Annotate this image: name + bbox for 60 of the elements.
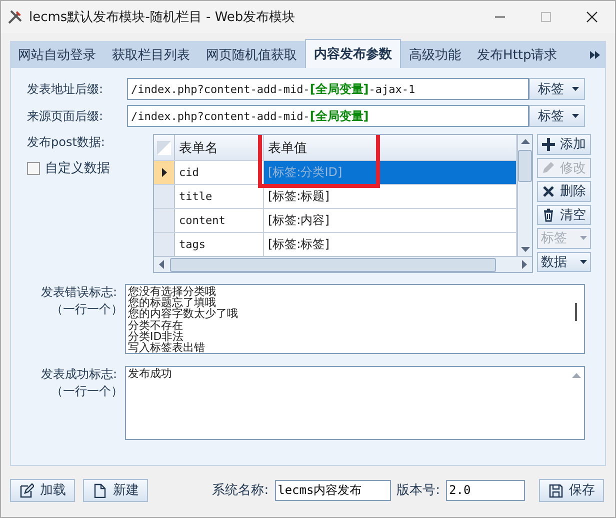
system-name-field[interactable]: lecms内容发布 <box>274 480 391 500</box>
document-icon <box>92 482 107 498</box>
scrollbar-thumb[interactable] <box>170 258 496 272</box>
double-arrow-right-icon <box>589 50 601 60</box>
close-icon <box>586 11 598 23</box>
tab[interactable]: 网站自动登录 <box>10 41 104 68</box>
field-hint: （一行一个） <box>51 383 123 400</box>
field-label: 发表成功标志: <box>40 366 117 383</box>
table-cell: title <box>175 185 264 208</box>
table-cell: content <box>175 209 264 232</box>
tab[interactable]: 获取栏目列表 <box>104 41 198 68</box>
column-header[interactable]: 表单名 <box>175 135 264 160</box>
vertical-scrollbar[interactable] <box>517 135 532 256</box>
custom-data-checkbox[interactable]: 自定义数据 <box>27 159 153 177</box>
field-label: 发表错误标志: <box>40 284 117 301</box>
field-hint: （一行一个） <box>51 301 123 318</box>
tab[interactable]: 内容发布参数 <box>305 39 401 68</box>
scroll-down-icon <box>520 247 530 252</box>
field-label: 来源页面后缀: <box>27 108 104 124</box>
horizontal-scrollbar[interactable] <box>154 256 532 272</box>
field-label: 发布post数据: <box>27 134 106 151</box>
tag-dropdown-button[interactable]: 标签 <box>529 78 585 100</box>
row-header[interactable] <box>154 161 175 184</box>
scroll-left-icon <box>159 260 164 269</box>
tab[interactable]: 高级功能 <box>401 41 469 68</box>
tab[interactable]: 网页随机值获取 <box>198 41 305 68</box>
grid-action-button[interactable]: 添加 <box>537 134 591 154</box>
grid-action-button[interactable]: 删除 <box>537 181 591 202</box>
tab[interactable]: 发布Http请求 <box>469 41 566 68</box>
maximize-icon <box>540 11 552 23</box>
tools-icon <box>7 9 23 25</box>
caret-icon <box>572 87 579 91</box>
field-label: 系统名称: <box>212 482 269 499</box>
table-cell: [标签:分类ID] <box>264 161 517 184</box>
save-button[interactable]: 保存 <box>539 478 604 502</box>
edit-icon <box>19 482 34 498</box>
caret-icon <box>572 114 579 118</box>
text-field[interactable]: /index.php?content-add-mid-[全局变量] <box>127 105 529 127</box>
scroll-up-icon <box>520 139 530 144</box>
footer-button[interactable]: 新建 <box>83 478 148 502</box>
save-icon <box>548 482 563 498</box>
grid-action-button[interactable]: 清空 <box>537 204 591 225</box>
footer-button[interactable]: 加载 <box>10 478 75 502</box>
scrollbar-thumb[interactable] <box>518 150 532 182</box>
text-field[interactable]: /index.php?content-add-mid-[全局变量]-ajax-1 <box>127 78 529 100</box>
version-field[interactable]: 2.0 <box>446 480 525 500</box>
pencil-icon <box>541 160 556 176</box>
close-icon <box>541 184 556 199</box>
window-title: lecms默认发布模块-随机栏目 - Web发布模块 <box>29 9 296 26</box>
field-label: 发表地址后缀: <box>27 80 104 98</box>
caret-icon <box>580 260 587 264</box>
tag-dropdown-button[interactable]: 标签 <box>529 105 585 127</box>
trash-icon <box>541 207 556 222</box>
caret-icon <box>580 236 587 240</box>
dropdown-button[interactable]: 数据 <box>537 252 591 272</box>
field-label: 版本号: <box>396 482 440 499</box>
current-row-icon <box>162 168 166 177</box>
scroll-right-icon <box>522 260 527 269</box>
checkbox[interactable] <box>27 162 40 174</box>
plus-icon <box>541 136 556 152</box>
